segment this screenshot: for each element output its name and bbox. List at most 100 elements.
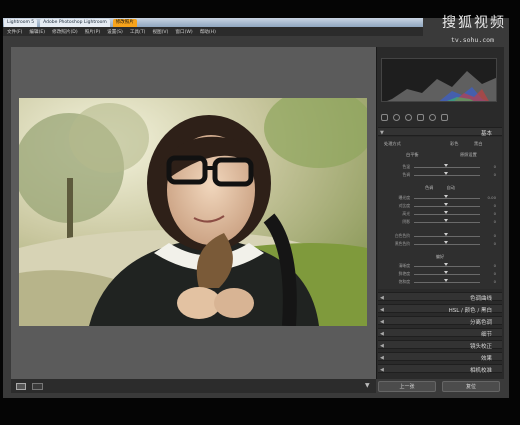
section-detail[interactable]: ◀ 细节 — [378, 328, 502, 338]
slider-track — [414, 266, 480, 267]
slider-value: 0 — [493, 263, 496, 268]
slider-label: 曝光度 — [398, 195, 410, 200]
menu-settings[interactable]: 设置(S) — [107, 29, 123, 35]
slider-label: 色温 — [402, 164, 410, 169]
expand-triangle-icon: ◀ — [380, 319, 384, 325]
adjustment-brush-icon[interactable] — [441, 113, 448, 121]
expand-triangle-icon: ◀ — [380, 343, 384, 349]
section-label: 色调曲线 — [469, 296, 492, 302]
section-hsl[interactable]: ◀ HSL / 颜色 / 黑白 — [378, 304, 502, 314]
slider-knob[interactable] — [444, 164, 448, 167]
slider-shadows[interactable]: 阴影 0 — [384, 219, 496, 225]
section-basic[interactable]: ▼ 基本 — [378, 127, 502, 137]
before-after-icon[interactable] — [32, 383, 43, 390]
slider-value: 0 — [493, 279, 496, 284]
menu-bar: 文件(F) 编辑(E) 修改照片(D) 照片(P) 设置(S) 工具(T) 视图… — [3, 27, 423, 36]
slider-tint[interactable]: 色调 0 — [384, 172, 496, 178]
slider-value: 0 — [493, 271, 496, 276]
slider-knob[interactable] — [444, 263, 448, 266]
slider-label: 白色色阶 — [394, 233, 410, 238]
slider-track — [414, 236, 480, 237]
tool-strip — [381, 112, 497, 122]
section-camera-calibration[interactable]: ◀ 相机校准 — [378, 364, 502, 374]
expand-triangle-icon: ◀ — [380, 367, 384, 373]
section-split-toning[interactable]: ◀ 分离色调 — [378, 316, 502, 326]
section-effects[interactable]: ◀ 效果 — [378, 352, 502, 362]
slider-exposure[interactable]: 曝光度 0.00 — [384, 195, 496, 201]
section-tone-curve[interactable]: ◀ 色调曲线 — [378, 292, 502, 302]
expand-triangle-icon: ◀ — [380, 331, 384, 337]
slider-label: 阴影 — [402, 219, 410, 224]
crop-icon[interactable] — [381, 113, 388, 121]
tab-2[interactable]: 修改照片 — [112, 19, 137, 27]
slider-knob[interactable] — [444, 172, 448, 175]
window-tabs: Lightroom 5 Adobe Photoshop Lightroom 修改… — [4, 19, 137, 27]
presence-label: 偏好 — [435, 254, 445, 259]
menu-window[interactable]: 窗口(W) — [175, 29, 192, 35]
slider-knob[interactable] — [444, 203, 448, 206]
slider-whites[interactable]: 白色色阶 0 — [384, 233, 496, 239]
slider-knob[interactable] — [444, 271, 448, 274]
slider-value: 0 — [493, 219, 496, 224]
slider-vibrance[interactable]: 鲜艳度 0 — [384, 271, 496, 277]
treatment-bw-option[interactable]: 黑白 — [474, 141, 482, 147]
slider-knob[interactable] — [444, 195, 448, 198]
photo-preview[interactable] — [19, 98, 367, 326]
menu-view[interactable]: 视图(V) — [152, 29, 168, 35]
loupe-view-icon[interactable] — [16, 383, 26, 390]
toolbar-menu-icon[interactable]: ▼ — [365, 382, 370, 389]
slider-track — [414, 222, 480, 223]
menu-photo[interactable]: 照片(P) — [85, 29, 101, 35]
menu-file[interactable]: 文件(F) — [7, 29, 22, 35]
section-basic-label: 基本 — [480, 131, 492, 137]
menu-help[interactable]: 帮助(H) — [200, 29, 216, 35]
red-eye-icon[interactable] — [405, 113, 412, 121]
previous-button[interactable]: 上一张 — [378, 381, 436, 392]
tab-1[interactable]: Adobe Photoshop Lightroom — [40, 19, 110, 27]
treatment-color-option[interactable]: 彩色 — [450, 141, 458, 147]
slider-track — [414, 282, 480, 283]
graduated-filter-icon[interactable] — [417, 113, 424, 121]
slider-label: 高光 — [402, 211, 410, 216]
slider-knob[interactable] — [444, 279, 448, 282]
wb-label: 白平衡 — [406, 152, 419, 157]
section-label: 效果 — [480, 356, 492, 362]
slider-contrast[interactable]: 对比度 0 — [384, 203, 496, 209]
slider-track — [414, 198, 480, 199]
slider-value: 0 — [493, 172, 496, 177]
slider-value: 0 — [493, 164, 496, 169]
menu-edit[interactable]: 编辑(E) — [29, 29, 45, 35]
spot-removal-icon[interactable] — [393, 113, 400, 121]
menu-develop[interactable]: 修改照片(D) — [52, 29, 78, 35]
slider-knob[interactable] — [444, 241, 448, 244]
section-label: 镜头校正 — [469, 344, 492, 350]
slider-knob[interactable] — [444, 219, 448, 222]
expand-triangle-icon: ◀ — [380, 295, 384, 301]
slider-track — [414, 167, 480, 168]
slider-saturation[interactable]: 饱和度 0 — [384, 279, 496, 285]
slider-knob[interactable] — [444, 211, 448, 214]
slider-track — [414, 244, 480, 245]
section-lens-correction[interactable]: ◀ 镜头校正 — [378, 340, 502, 350]
slider-track — [414, 274, 480, 275]
slider-track — [414, 206, 480, 207]
slider-knob[interactable] — [444, 233, 448, 236]
slider-highlights[interactable]: 高光 0 — [384, 211, 496, 217]
wb-select[interactable]: 原照设置 — [460, 152, 477, 158]
slider-label: 色调 — [402, 172, 410, 177]
slider-label: 黑色色阶 — [394, 241, 410, 246]
slider-value: 0 — [493, 241, 496, 246]
reset-button[interactable]: 复位 — [442, 381, 500, 392]
slider-track — [414, 175, 480, 176]
treatment-row: 处理方式 彩色 黑白 — [384, 141, 496, 147]
slider-blacks[interactable]: 黑色色阶 0 — [384, 241, 496, 247]
slider-temp[interactable]: 色温 0 — [384, 164, 496, 170]
radial-filter-icon[interactable] — [429, 113, 436, 121]
slider-clarity[interactable]: 清晰度 0 — [384, 263, 496, 269]
slider-label: 鲜艳度 — [398, 271, 410, 276]
tone-auto-button[interactable]: 自动 — [447, 185, 455, 190]
tab-0[interactable]: Lightroom 5 — [4, 19, 38, 27]
section-label: 细节 — [480, 332, 492, 338]
treatment-label: 处理方式 — [384, 141, 401, 146]
menu-tools[interactable]: 工具(T) — [130, 29, 146, 35]
